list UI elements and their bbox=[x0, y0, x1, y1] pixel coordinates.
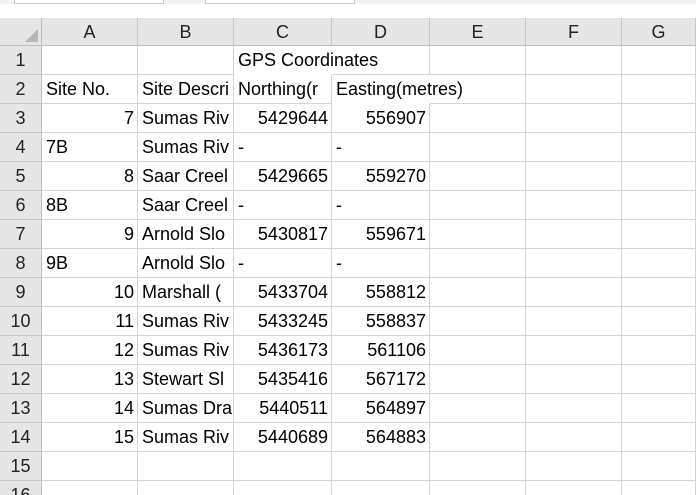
cell-c9[interactable]: 5433704 bbox=[234, 278, 332, 307]
cell-c12[interactable]: 5435416 bbox=[234, 365, 332, 394]
row-header-15[interactable]: 15 bbox=[0, 452, 42, 481]
cell-b6[interactable]: Saar Creel bbox=[138, 191, 234, 220]
row-header-14[interactable]: 14 bbox=[0, 423, 42, 452]
cell-c7[interactable]: 5430817 bbox=[234, 220, 332, 249]
cell-d12[interactable]: 567172 bbox=[332, 365, 430, 394]
row-header-1[interactable]: 1 bbox=[0, 46, 42, 75]
cell-d13[interactable]: 564897 bbox=[332, 394, 430, 423]
cell-a3[interactable]: 7 bbox=[42, 104, 138, 133]
cell-b13[interactable]: Sumas Dra bbox=[138, 394, 234, 423]
select-all-button[interactable] bbox=[0, 18, 42, 46]
column-header-e[interactable]: E bbox=[430, 18, 526, 46]
row-header-13[interactable]: 13 bbox=[0, 394, 42, 423]
cell-a10[interactable]: 11 bbox=[42, 307, 138, 336]
column-header-f[interactable]: F bbox=[526, 18, 622, 46]
cell-c6[interactable]: - bbox=[234, 191, 332, 220]
cell-a2[interactable]: Site No. bbox=[42, 75, 138, 104]
cell-c4[interactable]: - bbox=[234, 133, 332, 162]
cell-b14[interactable]: Sumas Riv bbox=[138, 423, 234, 452]
cell-grid[interactable]: GPS Coordinates Site No. Site Descri Northi… bbox=[42, 46, 696, 495]
cell-b8[interactable]: Arnold Slo bbox=[138, 249, 234, 278]
tab-edge bbox=[205, 0, 355, 4]
column-header-g[interactable]: G bbox=[622, 18, 696, 46]
cell-c3[interactable]: 5429644 bbox=[234, 104, 332, 133]
gridline-vertical bbox=[621, 46, 622, 495]
row-header-10[interactable]: 10 bbox=[0, 307, 42, 336]
cell-a5[interactable]: 8 bbox=[42, 162, 138, 191]
column-header-c[interactable]: C bbox=[234, 18, 332, 46]
row-header-7[interactable]: 7 bbox=[0, 220, 42, 249]
cell-c11[interactable]: 5436173 bbox=[234, 336, 332, 365]
gridline-horizontal bbox=[42, 480, 696, 481]
cell-b5[interactable]: Saar Creel bbox=[138, 162, 234, 191]
cell-d3[interactable]: 556907 bbox=[332, 104, 430, 133]
cell-b3[interactable]: Sumas Riv bbox=[138, 104, 234, 133]
cell-a12[interactable]: 13 bbox=[42, 365, 138, 394]
cell-b12[interactable]: Stewart Sl bbox=[138, 365, 234, 394]
spreadsheet: ABCDEFG 1 2 3 4 5 6 7 8 9 10 11 12 13 14 15 16 GPS Coor… bbox=[0, 0, 696, 495]
cell-b2[interactable]: Site Descri bbox=[138, 75, 234, 104]
cell-c1[interactable]: GPS Coordinates bbox=[234, 46, 378, 75]
cell-d6[interactable]: - bbox=[332, 191, 430, 220]
cell-d11[interactable]: 561106 bbox=[332, 336, 430, 365]
cell-d8[interactable]: - bbox=[332, 249, 430, 278]
tab-edge bbox=[14, 0, 164, 4]
cell-a7[interactable]: 9 bbox=[42, 220, 138, 249]
row-header-16[interactable]: 16 bbox=[0, 481, 42, 495]
row-header-4[interactable]: 4 bbox=[0, 133, 42, 162]
row-header-3[interactable]: 3 bbox=[0, 104, 42, 133]
cell-b7[interactable]: Arnold Slo bbox=[138, 220, 234, 249]
cell-d5[interactable]: 559270 bbox=[332, 162, 430, 191]
cell-a11[interactable]: 12 bbox=[42, 336, 138, 365]
column-header-b[interactable]: B bbox=[138, 18, 234, 46]
cell-b10[interactable]: Sumas Riv bbox=[138, 307, 234, 336]
cell-d7[interactable]: 559671 bbox=[332, 220, 430, 249]
cell-b9[interactable]: Marshall ( bbox=[138, 278, 234, 307]
gridline-vertical bbox=[525, 46, 526, 495]
column-header-a[interactable]: A bbox=[42, 18, 138, 46]
cell-b4[interactable]: Sumas Riv bbox=[138, 133, 234, 162]
cell-a8[interactable]: 9B bbox=[42, 249, 138, 278]
cell-a4[interactable]: 7B bbox=[42, 133, 138, 162]
row-header-2[interactable]: 2 bbox=[0, 75, 42, 104]
cell-a6[interactable]: 8B bbox=[42, 191, 138, 220]
cell-c5[interactable]: 5429665 bbox=[234, 162, 332, 191]
cell-c2[interactable]: Northing(r bbox=[234, 75, 332, 104]
cell-d10[interactable]: 558837 bbox=[332, 307, 430, 336]
cell-c8[interactable]: - bbox=[234, 249, 332, 278]
cell-d14[interactable]: 564883 bbox=[332, 423, 430, 452]
cell-d2[interactable]: Easting(metres) bbox=[332, 75, 463, 104]
cell-c10[interactable]: 5433245 bbox=[234, 307, 332, 336]
cell-d4[interactable]: - bbox=[332, 133, 430, 162]
cell-a9[interactable]: 10 bbox=[42, 278, 138, 307]
row-header-8[interactable]: 8 bbox=[0, 249, 42, 278]
cell-a13[interactable]: 14 bbox=[42, 394, 138, 423]
row-header-11[interactable]: 11 bbox=[0, 336, 42, 365]
row-header-12[interactable]: 12 bbox=[0, 365, 42, 394]
row-header-9[interactable]: 9 bbox=[0, 278, 42, 307]
cell-a14[interactable]: 15 bbox=[42, 423, 138, 452]
select-all-triangle-icon bbox=[25, 29, 38, 42]
cell-b11[interactable]: Sumas Riv bbox=[138, 336, 234, 365]
cell-c13[interactable]: 5440511 bbox=[234, 394, 332, 423]
row-header-5[interactable]: 5 bbox=[0, 162, 42, 191]
cell-c14[interactable]: 5440689 bbox=[234, 423, 332, 452]
column-header-d[interactable]: D bbox=[332, 18, 430, 46]
row-header-6[interactable]: 6 bbox=[0, 191, 42, 220]
cell-d9[interactable]: 558812 bbox=[332, 278, 430, 307]
